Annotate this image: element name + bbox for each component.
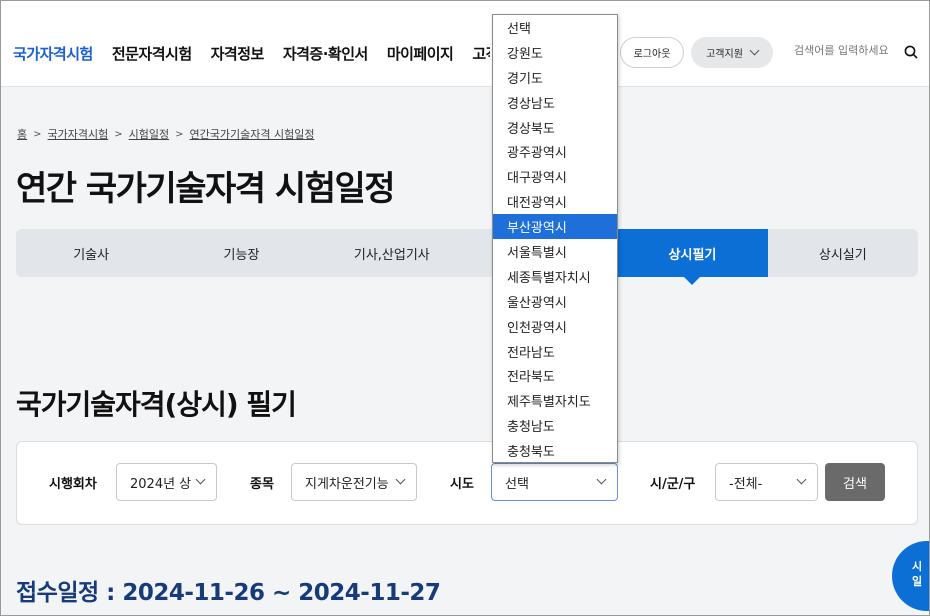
search-icon[interactable] [904, 45, 918, 59]
province-option[interactable]: 광주광역시 [493, 139, 617, 164]
chevron-down-icon [195, 474, 206, 485]
nav-item-certificate[interactable]: 자격증·확인서 [283, 43, 369, 64]
province-option[interactable]: 울산광역시 [493, 289, 617, 314]
registration-schedule: 접수일정 : 2024-11-26 ~ 2024-11-27 [16, 580, 441, 606]
chevron-right-icon: > [33, 128, 42, 140]
nav-item-qualification-info[interactable]: 자격정보 [211, 43, 265, 64]
nav-item-mypage[interactable]: 마이페이지 [387, 43, 454, 64]
province-option[interactable]: 서울특별시 [493, 239, 617, 264]
province-option[interactable]: 경기도 [493, 65, 617, 90]
round-select[interactable]: 2024년 상 [116, 463, 217, 501]
chevron-down-icon [796, 474, 807, 485]
tab-regular-practical[interactable]: 상시실기 [768, 229, 918, 277]
province-option[interactable]: 대구광역시 [493, 164, 617, 189]
tab-professional-engineer[interactable]: 기술사 [16, 229, 166, 277]
nav-item-professional-exam[interactable]: 전문자격시험 [112, 43, 192, 64]
page-frame: 국가자격시험 전문자격시험 자격정보 자격증·확인서 마이페이지 고객 로그아웃… [0, 0, 930, 616]
search-input[interactable] [794, 44, 899, 57]
province-option[interactable]: 전라북도 [493, 363, 617, 388]
province-option[interactable]: 세종특별자치시 [493, 264, 617, 289]
province-option[interactable]: 경상북도 [493, 115, 617, 140]
chevron-down-icon [395, 474, 406, 485]
city-label: 시/군/구 [650, 477, 696, 492]
chevron-down-icon [596, 474, 607, 485]
floating-action-button[interactable]: 시 일 [892, 541, 929, 611]
logout-button[interactable]: 로그아웃 [620, 37, 684, 68]
province-option[interactable]: 대전광역시 [493, 189, 617, 214]
province-option[interactable]: 제주특별자치도 [493, 388, 617, 413]
province-option[interactable]: 충청남도 [493, 413, 617, 438]
province-option[interactable]: 충청북도 [493, 438, 617, 463]
province-option[interactable]: 강원도 [493, 40, 617, 65]
city-select[interactable]: -전체- [715, 463, 818, 501]
tab-master-craftsman[interactable]: 기능장 [166, 229, 316, 277]
item-select-value: 지게차운전기능 [305, 476, 389, 492]
breadcrumb-national-exam[interactable]: 국가자격시험 [48, 126, 109, 142]
province-option[interactable]: 경상남도 [493, 90, 617, 115]
search-button[interactable]: 검색 [825, 463, 885, 501]
nav-item-customer[interactable]: 고객 [472, 43, 490, 64]
province-select-value: 선택 [505, 476, 529, 492]
support-label: 고객지원 [706, 49, 743, 60]
tab-engineer-industrial[interactable]: 기사,산업기사 [317, 229, 467, 277]
chevron-right-icon: > [175, 128, 184, 140]
nav-item-national-exam[interactable]: 국가자격시험 [13, 43, 93, 64]
item-select[interactable]: 지게차운전기능 [291, 463, 417, 501]
section-title: 국가기술자격(상시) 필기 [16, 388, 297, 421]
province-select[interactable]: 선택 [491, 463, 618, 501]
province-option[interactable]: 전라남도 [493, 339, 617, 364]
main-nav: 국가자격시험 전문자격시험 자격정보 자격증·확인서 마이페이지 고객 [13, 43, 509, 64]
site-header: 국가자격시험 전문자격시험 자격정보 자격증·확인서 마이페이지 고객 로그아웃… [1, 1, 929, 87]
breadcrumb: 홈 > 국가자격시험 > 시험일정 > 연간국가기술자격 시험일정 [17, 126, 314, 142]
city-select-value: -전체- [729, 476, 763, 492]
province-option[interactable]: 선택 [493, 15, 617, 40]
breadcrumb-home[interactable]: 홈 [17, 126, 27, 142]
tab-regular-written[interactable]: 상시필기 [617, 229, 768, 285]
province-label: 시도 [450, 477, 474, 492]
chevron-down-icon [749, 45, 760, 56]
province-option-highlighted[interactable]: 부산광역시 [493, 214, 617, 240]
round-select-value: 2024년 상 [130, 476, 192, 492]
round-label: 시행회차 [49, 477, 97, 492]
fab-line-1: 시 [912, 560, 923, 573]
province-dropdown-list: 선택 강원도 경기도 경상남도 경상북도 광주광역시 대구광역시 대전광역시 부… [492, 14, 618, 463]
support-menu-button[interactable]: 고객지원 [691, 37, 773, 68]
breadcrumb-schedule[interactable]: 시험일정 [129, 126, 169, 142]
fab-line-2: 일 [912, 575, 923, 588]
province-option[interactable]: 인천광역시 [493, 314, 617, 339]
breadcrumb-annual-schedule[interactable]: 연간국가기술자격 시험일정 [190, 126, 315, 142]
exam-type-tabs: 기술사 기능장 기사,산업기사 상시필기 상시실기 [16, 229, 918, 285]
page-title: 연간 국가기술자격 시험일정 [16, 169, 396, 209]
chevron-right-icon: > [114, 128, 123, 140]
item-label: 종목 [250, 477, 274, 492]
